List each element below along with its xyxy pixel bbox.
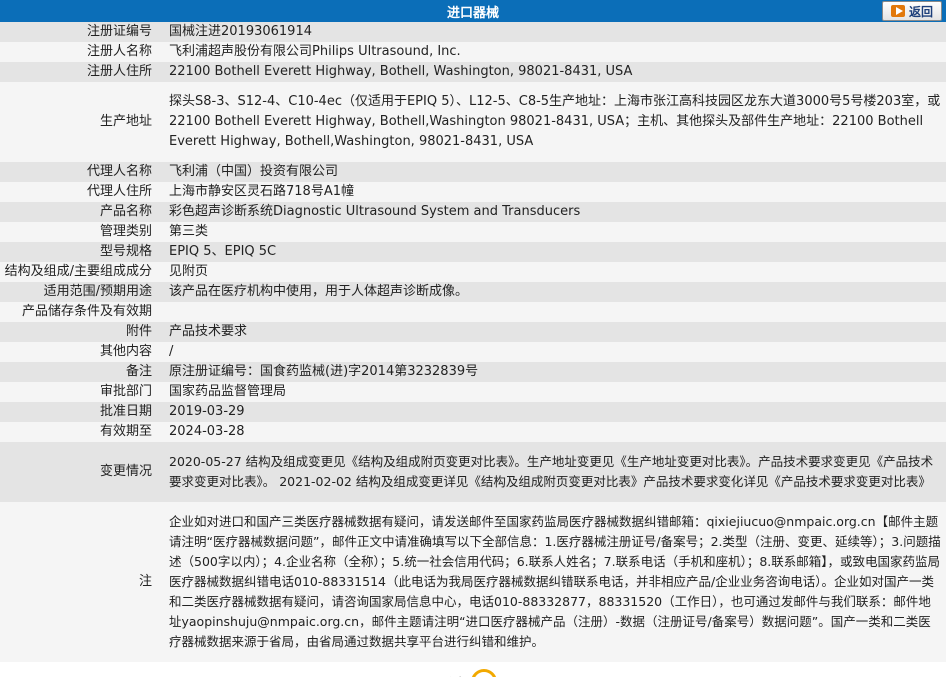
row-value: EPIQ 5、EPIQ 5C bbox=[169, 244, 277, 259]
row-label: 有效期至 bbox=[99, 424, 152, 439]
row-label: 其他内容 bbox=[99, 344, 152, 359]
footer-bar: 返回 bbox=[0, 662, 946, 677]
table-row: 管理类别 第三类 bbox=[0, 222, 946, 242]
row-label: 附件 bbox=[125, 324, 152, 339]
table-row: 审批部门 国家药品监督管理局 bbox=[0, 382, 946, 402]
row-label: 适用范围/预期用途 bbox=[43, 284, 152, 299]
back-button-label: 返回 bbox=[908, 4, 933, 19]
row-value bbox=[160, 302, 946, 322]
table-row: 产品名称 彩色超声诊断系统Diagnostic Ultrasound Syste… bbox=[0, 202, 946, 222]
table-row: 注册人住所 22100 Bothell Everett Highway, Bot… bbox=[0, 62, 946, 82]
row-label: 代理人住所 bbox=[86, 184, 152, 199]
row-label: 审批部门 bbox=[99, 384, 152, 399]
back-arrow-icon bbox=[890, 5, 905, 17]
table-row: 注 企业如对进口和国产三类医疗器械数据有疑问，请发送邮件至国家药监局医疗器械数据… bbox=[0, 502, 946, 662]
table-row: 备注 原注册证编号：国食药监械(进)字2014第3232839号 bbox=[0, 362, 946, 382]
back-button-bottom[interactable]: 返回 bbox=[449, 669, 497, 677]
row-label: 注册证编号 bbox=[86, 24, 152, 39]
table-row: 结构及组成/主要组成成分 见附页 bbox=[0, 262, 946, 282]
row-value: 产品技术要求 bbox=[169, 324, 248, 339]
row-value: 第三类 bbox=[169, 224, 209, 239]
row-value: 2020-05-27 结构及组成变更见《结构及组成附页变更对比表》。生产地址变更… bbox=[169, 454, 934, 489]
row-label: 代理人名称 bbox=[86, 164, 152, 179]
table-row: 附件 产品技术要求 bbox=[0, 322, 946, 342]
row-value: 上海市静安区灵石路718号A1幢 bbox=[169, 184, 354, 199]
row-value: 原注册证编号：国食药监械(进)字2014第3232839号 bbox=[169, 364, 479, 379]
row-label: 结构及组成/主要组成成分 bbox=[4, 264, 152, 279]
row-label: 变更情况 bbox=[99, 464, 152, 479]
table-row: 注册人名称 飞利浦超声股份有限公司Philips Ultrasound, Inc… bbox=[0, 42, 946, 62]
row-value: 2019-03-29 bbox=[169, 404, 245, 419]
row-value: 国家药品监督管理局 bbox=[169, 384, 287, 399]
page-title: 进口器械 bbox=[446, 5, 499, 21]
row-label: 注册人住所 bbox=[86, 64, 152, 79]
table-row: 代理人名称 飞利浦（中国）投资有限公司 bbox=[0, 162, 946, 182]
table-row: 型号规格 EPIQ 5、EPIQ 5C bbox=[0, 242, 946, 262]
notice-text: 企业如对进口和国产三类医疗器械数据有疑问，请发送邮件至国家药监局医疗器械数据纠错… bbox=[169, 514, 941, 649]
row-value: 飞利浦（中国）投资有限公司 bbox=[169, 164, 339, 179]
table-row: 代理人住所 上海市静安区灵石路718号A1幢 bbox=[0, 182, 946, 202]
row-label: 型号规格 bbox=[99, 244, 152, 259]
table-row: 变更情况 2020-05-27 结构及组成变更见《结构及组成附页变更对比表》。生… bbox=[0, 442, 946, 502]
row-label: 注 bbox=[138, 574, 152, 589]
row-value: 22100 Bothell Everett Highway, Bothell, … bbox=[169, 64, 633, 79]
row-label: 产品储存条件及有效期 bbox=[21, 304, 152, 319]
table-row: 生产地址 探头S8-3、S12-4、C10-4ec（仅适用于EPIQ 5）、L1… bbox=[0, 82, 946, 162]
row-value: / bbox=[169, 344, 174, 359]
row-label: 注册人名称 bbox=[86, 44, 152, 59]
table-row: 批准日期 2019-03-29 bbox=[0, 402, 946, 422]
device-detail-table: 注册证编号 国械注进20193061914 注册人名称 飞利浦超声股份有限公司P… bbox=[0, 22, 946, 662]
arrow-circle-icon bbox=[471, 669, 497, 677]
table-row: 产品储存条件及有效期 bbox=[0, 302, 946, 322]
row-value: 彩色超声诊断系统Diagnostic Ultrasound System and… bbox=[169, 204, 581, 219]
row-label: 批准日期 bbox=[99, 404, 152, 419]
row-value: 探头S8-3、S12-4、C10-4ec（仅适用于EPIQ 5）、L12-5、C… bbox=[169, 94, 941, 149]
row-label: 备注 bbox=[125, 364, 152, 379]
row-value: 国械注进20193061914 bbox=[169, 24, 312, 39]
table-row: 其他内容 / bbox=[0, 342, 946, 362]
row-value: 飞利浦超声股份有限公司Philips Ultrasound, Inc. bbox=[169, 44, 461, 59]
row-label: 产品名称 bbox=[99, 204, 152, 219]
row-label: 管理类别 bbox=[99, 224, 152, 239]
row-value: 见附页 bbox=[169, 264, 209, 279]
row-label: 生产地址 bbox=[99, 114, 152, 129]
table-row: 有效期至 2024-03-28 bbox=[0, 422, 946, 442]
table-row: 适用范围/预期用途 该产品在医疗机构中使用，用于人体超声诊断成像。 bbox=[0, 282, 946, 302]
page-header: 进口器械 返回 bbox=[0, 0, 946, 22]
row-value: 该产品在医疗机构中使用，用于人体超声诊断成像。 bbox=[169, 284, 469, 299]
row-value: 2024-03-28 bbox=[169, 424, 245, 439]
back-button-top[interactable]: 返回 bbox=[882, 1, 942, 21]
table-row: 注册证编号 国械注进20193061914 bbox=[0, 22, 946, 42]
